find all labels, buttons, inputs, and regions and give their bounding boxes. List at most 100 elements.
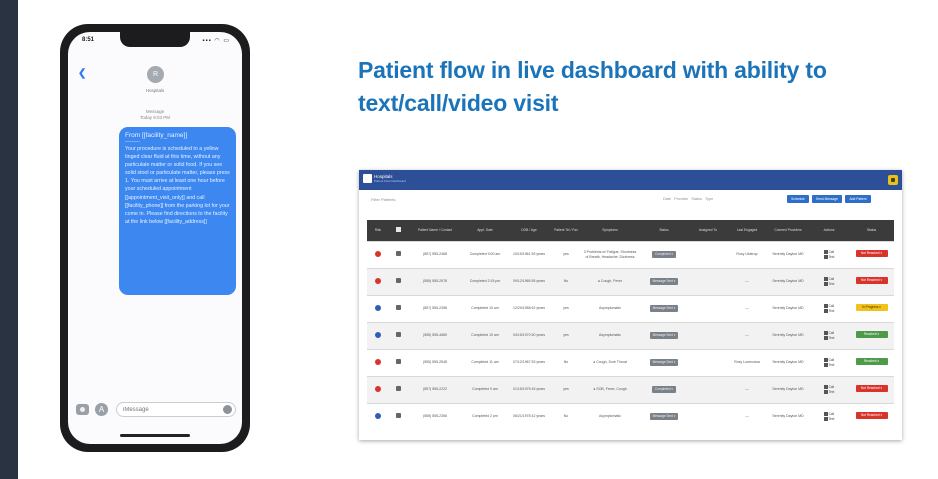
row-checkbox[interactable] — [395, 386, 401, 392]
phone-icon — [823, 411, 828, 416]
outcome-dropdown[interactable]: In Progress ▾ — [855, 304, 888, 312]
col-select[interactable] — [389, 220, 407, 241]
col-actions[interactable]: Actions — [809, 220, 849, 241]
camera-icon[interactable] — [76, 404, 89, 415]
col-assigned[interactable]: Assigned To — [689, 220, 727, 241]
symptoms-cell: Asymptomatic — [581, 402, 639, 430]
notification-bell-icon[interactable] — [888, 175, 898, 185]
status-dropdown[interactable]: Completed ▾ — [652, 251, 676, 258]
row-checkbox[interactable] — [395, 413, 401, 419]
outcome-dropdown[interactable]: Reached ▾ — [855, 358, 888, 366]
status-dropdown[interactable]: Message Sent ▾ — [649, 332, 679, 339]
table-row[interactable]: (857) 555-2468 Completed 9:00 am 10/15/196… — [367, 240, 894, 268]
text-action[interactable]: Text — [823, 417, 834, 422]
text-action[interactable]: Text — [823, 281, 834, 287]
dashboard-toolbar: Filter Patients Date Provider Status Typ… — [359, 194, 902, 208]
outcome-dropdown[interactable]: Not Reached ▾ — [855, 250, 888, 258]
status-dropdown[interactable]: Message Sent ▾ — [649, 278, 679, 285]
contact-cell: (555) 555-2578 — [407, 267, 463, 295]
row-actions: Call Text — [823, 277, 834, 287]
risk-indicator-icon — [375, 358, 381, 365]
phone-screen: 8:51 ▪▪▪ ◠ ▭ ❮ R Hospitals Message Today… — [68, 32, 242, 444]
row-checkbox[interactable] — [395, 332, 401, 338]
outcome-dropdown[interactable]: Reached ▾ — [855, 331, 888, 339]
col-status[interactable]: Status — [639, 220, 689, 241]
status-dropdown[interactable]: Message Sent ▾ — [649, 359, 679, 366]
actions-cell: Call Text — [809, 267, 849, 295]
outcome-dropdown[interactable]: Not Reached ▾ — [855, 277, 888, 285]
status-dropdown[interactable]: Message Sent ▾ — [649, 413, 679, 421]
status-cell: Completed ▾ — [639, 240, 689, 268]
app-store-icon[interactable]: A — [95, 403, 108, 416]
tel-cell: No — [551, 348, 581, 376]
phone-mockup: 8:51 ▪▪▪ ◠ ▭ ❮ R Hospitals Message Today… — [60, 24, 250, 452]
dob-cell: 09/12/1965 55 years — [507, 267, 551, 295]
text-action[interactable]: Text — [823, 336, 834, 341]
risk-cell — [367, 321, 389, 349]
message-title: From [[facility_name]] — [125, 132, 188, 139]
send-message-button[interactable]: Send Message — [812, 195, 842, 203]
col-providers[interactable]: Covered Providers — [767, 220, 809, 241]
tel-cell: yes — [551, 294, 581, 322]
outcome-dropdown[interactable]: Not Reached ▾ — [855, 385, 888, 393]
phone-icon — [823, 384, 828, 389]
appt-cell: Completed 10 am — [463, 321, 507, 349]
microphone-icon[interactable] — [223, 405, 232, 414]
symptoms-cell: ● SOB, Fever, Cough — [581, 375, 639, 403]
text-action[interactable]: Text — [823, 309, 834, 314]
col-tel[interactable]: Patient Tel / Fax — [551, 220, 581, 241]
message-bubble: From [[facility_name]] ——— Your procedur… — [119, 127, 236, 295]
col-appt[interactable]: Appt. Date — [463, 220, 507, 241]
message-input[interactable] — [116, 402, 236, 417]
col-outcome[interactable]: Status — [849, 220, 894, 241]
call-label: Call — [828, 303, 835, 308]
text-label: Text — [828, 362, 835, 367]
assigned-cell — [689, 321, 727, 349]
text-action[interactable]: Text — [823, 255, 834, 260]
col-risk[interactable]: Risk — [367, 220, 389, 241]
message-body: Your procedure is scheduled to a yellow … — [125, 146, 230, 225]
text-action[interactable]: Text — [823, 362, 835, 368]
col-dob[interactable]: DOB / Age — [507, 220, 551, 241]
engaged-cell: — — [727, 294, 767, 322]
col-symptoms[interactable]: Symptoms — [581, 220, 639, 241]
outcome-dropdown[interactable]: Not Reached ▾ — [855, 412, 888, 420]
table-row[interactable]: (555) 555-4689 Completed 10 am 04/15/1970 … — [367, 321, 894, 349]
contact-cell: (555) 555-2548 — [407, 348, 463, 376]
table-row[interactable]: (555) 555-2356 Completed 2 pm 06/21/1978 4… — [367, 402, 894, 430]
status-dropdown[interactable]: Message Sent ▾ — [649, 305, 679, 312]
filter-search-input[interactable]: Filter Patients — [371, 197, 395, 202]
col-patient[interactable]: Patient Name / Contact — [407, 220, 463, 241]
table-row[interactable]: (857) 555-2358 Completed 10 am 12/20/1958 … — [367, 294, 894, 322]
select-cell — [389, 267, 407, 295]
tel-cell: yes — [551, 375, 581, 403]
col-engaged[interactable]: Last Engaged — [727, 220, 767, 241]
patient-table: Risk Patient Name / Contact Appt. Date D… — [367, 220, 894, 430]
add-patient-button[interactable]: Add Patient — [845, 195, 871, 203]
row-checkbox[interactable] — [395, 278, 401, 284]
status-dropdown[interactable]: Completed ▾ — [652, 386, 676, 393]
table-row[interactable]: (857) 555-2222 Completed 9 am 01/15/1975 4… — [367, 375, 894, 403]
table-row[interactable]: (555) 555-2578 Completed 2:15 pm 09/12/196… — [367, 267, 894, 295]
row-checkbox[interactable] — [395, 359, 401, 365]
outcome-cell: Reached ▾ — [849, 348, 894, 376]
text-action[interactable]: Text — [823, 390, 834, 395]
schedule-button[interactable]: Schedule — [787, 195, 809, 203]
appt-cell: Completed 9 am — [463, 375, 507, 403]
symptoms-cell: 3 Problems w/ Fatigue, Shortness of Brea… — [581, 240, 639, 268]
engaged-cell: — — [727, 321, 767, 349]
row-checkbox[interactable] — [395, 251, 401, 257]
risk-cell — [367, 402, 389, 430]
dob-cell: 10/15/1961 59 years — [507, 240, 551, 268]
table-row[interactable]: (555) 555-2548 Completed 11 am 07/12/1967 … — [367, 348, 894, 376]
filter-controls[interactable]: Date Provider Status Type — [663, 197, 713, 201]
row-checkbox[interactable] — [395, 305, 401, 311]
contact-avatar[interactable]: R — [147, 66, 164, 83]
risk-cell — [367, 267, 389, 295]
select-all-checkbox[interactable] — [395, 227, 401, 233]
back-chevron-icon[interactable]: ❮ — [78, 68, 86, 79]
chat-icon — [823, 281, 828, 286]
providers-cell: Serenity Dayton MD — [767, 294, 809, 322]
engaged-cell: — — [727, 375, 767, 403]
symptoms-cell: ● Cough, Fever — [581, 267, 639, 295]
